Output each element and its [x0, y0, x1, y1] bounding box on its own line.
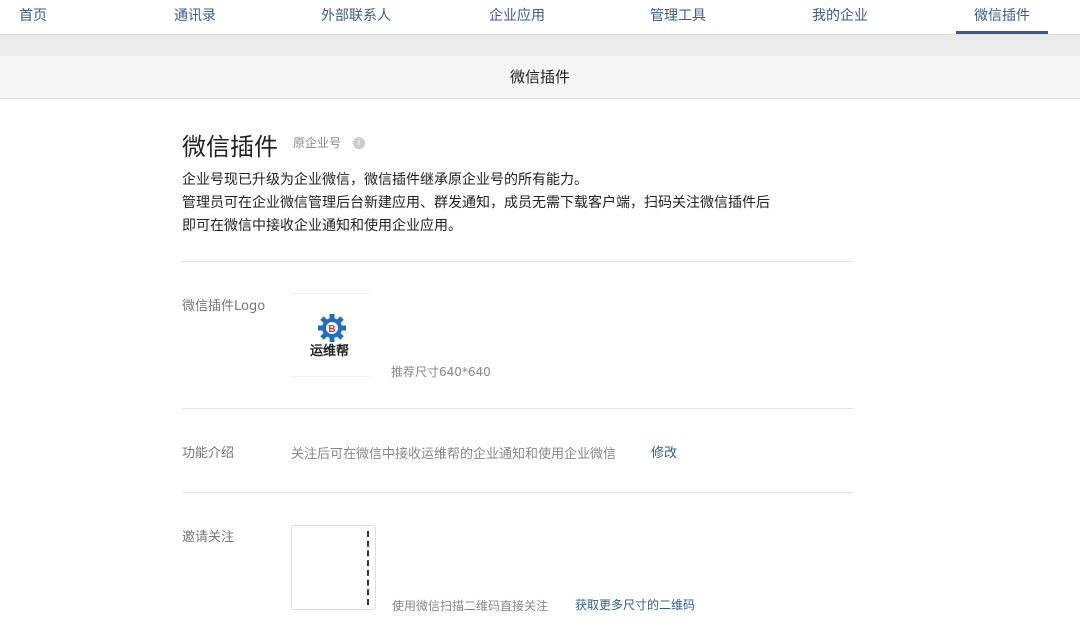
description-line: 即可在微信中接收企业通知和使用企业应用。 [182, 218, 462, 234]
qr-code[interactable] [291, 525, 376, 610]
qr-code-pattern [367, 531, 369, 605]
nav-my-company[interactable]: 我的企业 [812, 5, 868, 25]
nav-external-contacts[interactable]: 外部联系人 [321, 5, 391, 25]
intro-label: 功能介绍 [182, 446, 235, 461]
logo-size-hint: 推荐尺寸640*640 [391, 365, 491, 379]
divider-band [0, 35, 1080, 56]
top-nav: 首页 通讯录 外部联系人 企业应用 管理工具 我的企业 微信插件 [0, 0, 1080, 35]
description-line: 管理员可在企业微信管理后台新建应用、群发通知，成员无需下载客户端，扫码关注微信插… [182, 195, 770, 211]
active-tab-indicator [956, 31, 1048, 34]
info-icon[interactable]: i [353, 137, 365, 149]
description-line: 企业号现已升级为企业微信，微信插件继承原企业号的所有能力。 [182, 172, 588, 188]
subtitle: 原企业号 [293, 136, 342, 150]
logo-brand-text: 运维帮 [310, 344, 350, 359]
page-header: 微信插件 [0, 56, 1080, 99]
nav-contacts[interactable]: 通讯录 [174, 5, 216, 25]
divider [182, 492, 853, 493]
logo-image[interactable]: B 运维帮 [291, 293, 371, 377]
divider [182, 261, 853, 262]
page-title: 微信插件 [182, 133, 278, 161]
nav-tools[interactable]: 管理工具 [650, 5, 706, 25]
invite-label: 邀请关注 [182, 530, 235, 545]
divider [182, 408, 853, 409]
qr-hint: 使用微信扫描二维码直接关注 [392, 599, 549, 613]
svg-text:B: B [328, 324, 335, 335]
logo-label: 微信插件Logo [182, 299, 266, 314]
edit-intro-link[interactable]: 修改 [651, 442, 677, 461]
gear-logo-icon: B [318, 314, 346, 342]
more-qr-sizes-link[interactable]: 获取更多尺寸的二维码 [575, 596, 695, 613]
nav-home[interactable]: 首页 [19, 5, 47, 25]
nav-apps[interactable]: 企业应用 [489, 5, 545, 25]
intro-text: 关注后可在微信中接收运维帮的企业通知和使用企业微信 [291, 447, 617, 462]
nav-wechat-plugin[interactable]: 微信插件 [974, 5, 1030, 25]
